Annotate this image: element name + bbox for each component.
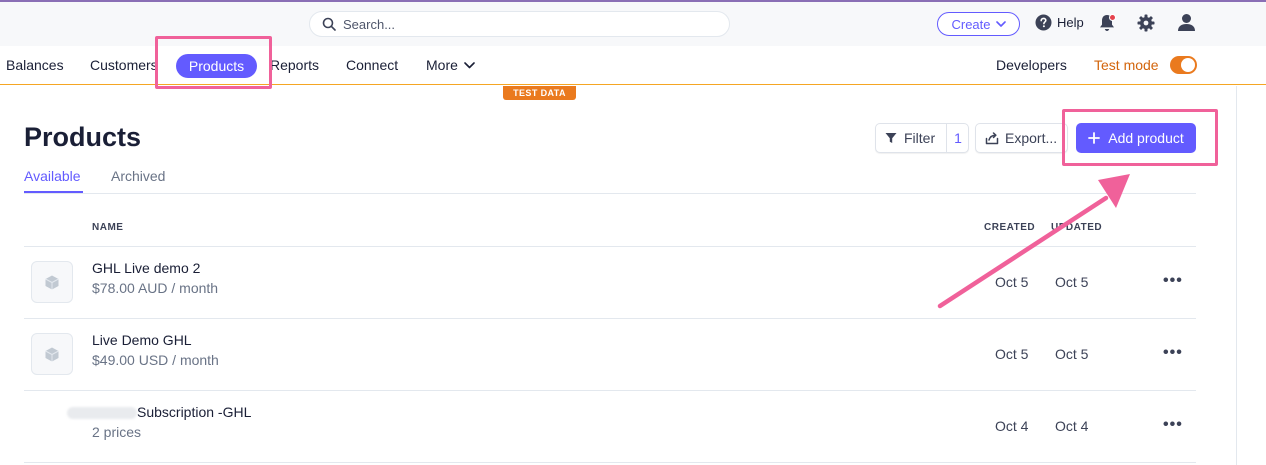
nav-developers[interactable]: Developers <box>996 57 1067 73</box>
product-price: $78.00 AUD / month <box>92 280 219 296</box>
chevron-down-icon <box>995 21 1006 27</box>
created-date: Oct 4 <box>995 418 1029 434</box>
created-date: Oct 5 <box>995 346 1029 362</box>
column-header-created: CREATED <box>984 222 1036 233</box>
create-label: Create <box>951 16 991 32</box>
filter-button[interactable]: Filter 1 <box>875 123 969 153</box>
search-input[interactable] <box>343 16 703 32</box>
column-header-name: NAME <box>92 222 124 233</box>
product-name[interactable]: Live Demo GHL <box>92 332 192 348</box>
nav-balances[interactable]: Balances <box>6 57 64 73</box>
page-title: Products <box>24 122 142 152</box>
filter-count-badge: 1 <box>946 124 969 152</box>
redacted-text <box>67 407 137 419</box>
add-product-label: Add product <box>1108 130 1184 146</box>
filter-icon <box>885 133 897 143</box>
help-label: Help <box>1057 15 1084 30</box>
nav-connect[interactable]: Connect <box>346 57 398 73</box>
header-divider <box>24 246 1196 247</box>
export-icon <box>985 131 999 144</box>
notification-dot <box>1109 14 1116 21</box>
tab-available[interactable]: Available <box>24 168 81 184</box>
nav-more[interactable]: More <box>426 57 475 73</box>
nav-more-label: More <box>426 57 458 73</box>
nav-customers[interactable]: Customers <box>90 57 158 73</box>
row-divider <box>24 462 1196 463</box>
column-header-updated: UPDATED <box>1051 222 1103 233</box>
user-icon[interactable] <box>1177 13 1196 32</box>
row-divider <box>24 390 1196 391</box>
product-price: 2 prices <box>92 424 142 440</box>
product-price: $49.00 USD / month <box>92 352 219 368</box>
tab-archived[interactable]: Archived <box>111 168 165 184</box>
export-label: Export... <box>1005 130 1058 146</box>
box-icon <box>45 275 59 289</box>
row-divider <box>24 318 1196 319</box>
more-horizontal-icon[interactable]: ••• <box>1163 272 1183 290</box>
chevron-down-icon <box>464 61 475 68</box>
add-product-button[interactable]: Add product <box>1076 123 1196 153</box>
create-button[interactable]: Create <box>937 12 1020 36</box>
updated-date: Oct 5 <box>1055 346 1089 362</box>
search-box[interactable] <box>309 11 730 37</box>
box-icon <box>45 347 59 361</box>
gear-icon[interactable] <box>1137 14 1155 32</box>
help-button[interactable]: Help <box>1035 14 1084 31</box>
export-button[interactable]: Export... <box>975 123 1068 153</box>
product-image-placeholder <box>31 261 73 303</box>
product-name[interactable]: GHL Live demo 2 <box>92 260 200 276</box>
nav-products-label: Products <box>188 58 245 74</box>
more-horizontal-icon[interactable]: ••• <box>1163 416 1183 434</box>
main-nav: Balances Customers Products Reports Conn… <box>0 46 1266 85</box>
tabs-divider <box>24 193 1196 194</box>
test-data-badge: TEST DATA <box>503 86 576 100</box>
updated-date: Oct 4 <box>1055 418 1089 434</box>
content-right-border <box>1236 86 1237 465</box>
search-icon <box>322 17 336 31</box>
toggle-knob <box>1181 58 1195 72</box>
test-mode-label: Test mode <box>1094 57 1159 73</box>
test-mode-toggle[interactable] <box>1170 56 1197 74</box>
help-icon <box>1035 14 1052 31</box>
more-horizontal-icon[interactable]: ••• <box>1163 344 1183 362</box>
top-bar: Create Help <box>0 2 1266 46</box>
product-name[interactable]: Subscription -GHL <box>137 404 251 420</box>
created-date: Oct 5 <box>995 274 1029 290</box>
filter-label: Filter <box>904 130 936 146</box>
plus-icon <box>1088 132 1101 144</box>
product-image-placeholder <box>31 333 73 375</box>
nav-products[interactable]: Products <box>176 54 257 78</box>
updated-date: Oct 5 <box>1055 274 1089 290</box>
nav-reports[interactable]: Reports <box>270 57 319 73</box>
